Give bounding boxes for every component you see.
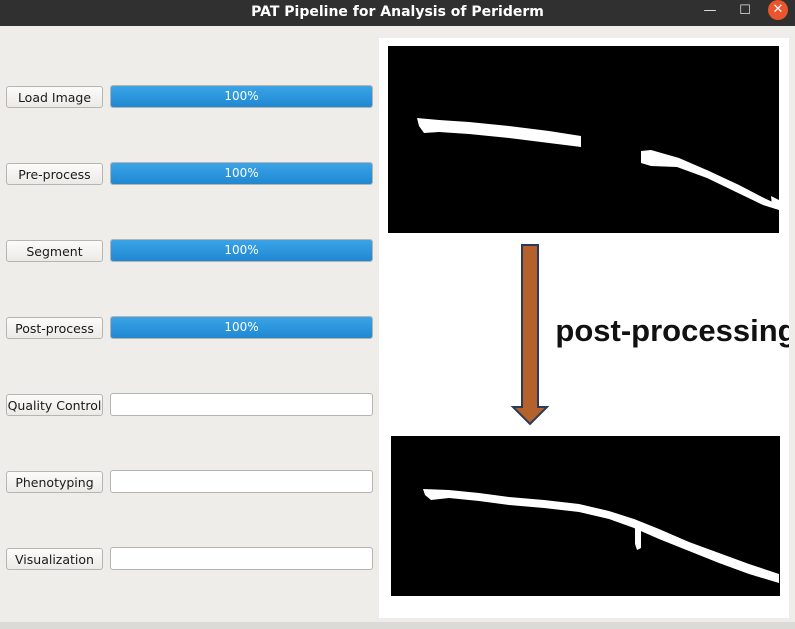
title-bar: PAT Pipeline for Analysis of Periderm — … — [0, 0, 795, 26]
visualization-progress-text — [111, 548, 372, 569]
before-mask-image — [388, 46, 779, 233]
segment-button[interactable]: Segment — [6, 240, 103, 262]
visualization-progress-bar — [110, 547, 373, 570]
post-process-progress-bar: 100% — [110, 316, 373, 339]
down-arrow-icon — [510, 244, 550, 426]
window-bottom-edge — [0, 622, 795, 629]
image-preview-panel: post-processing — [379, 38, 795, 618]
phenotyping-progress-text — [111, 471, 372, 492]
minimize-icon[interactable]: — — [698, 0, 722, 26]
post-process-button[interactable]: Post-process — [6, 317, 103, 339]
segment-progress-bar: 100% — [110, 239, 373, 262]
post-processing-caption: post-processing — [555, 313, 789, 348]
maximize-icon[interactable]: ☐ — [733, 0, 757, 26]
pre-process-progress-text: 100% — [224, 166, 259, 180]
load-image-progress-bar: 100% — [110, 85, 373, 108]
post-processing-illustration: post-processing — [388, 46, 795, 596]
post-process-progress-text: 100% — [224, 320, 259, 334]
close-icon[interactable]: ✕ — [768, 0, 788, 20]
pre-process-progress-bar: 100% — [110, 162, 373, 185]
phenotyping-button[interactable]: Phenotyping — [6, 471, 103, 493]
load-image-progress-text: 100% — [224, 89, 259, 103]
after-root-hair — [635, 525, 641, 550]
pre-process-button[interactable]: Pre-process — [6, 163, 103, 185]
segment-progress-text: 100% — [224, 243, 259, 257]
after-mask-image — [391, 436, 780, 596]
load-image-button[interactable]: Load Image — [6, 86, 103, 108]
visualization-button[interactable]: Visualization — [6, 548, 103, 570]
quality-control-progress-bar — [110, 393, 373, 416]
window-title: PAT Pipeline for Analysis of Periderm — [251, 4, 544, 20]
quality-control-progress-text — [111, 394, 372, 415]
phenotyping-progress-bar — [110, 470, 373, 493]
quality-control-button[interactable]: Quality Control — [6, 394, 103, 416]
